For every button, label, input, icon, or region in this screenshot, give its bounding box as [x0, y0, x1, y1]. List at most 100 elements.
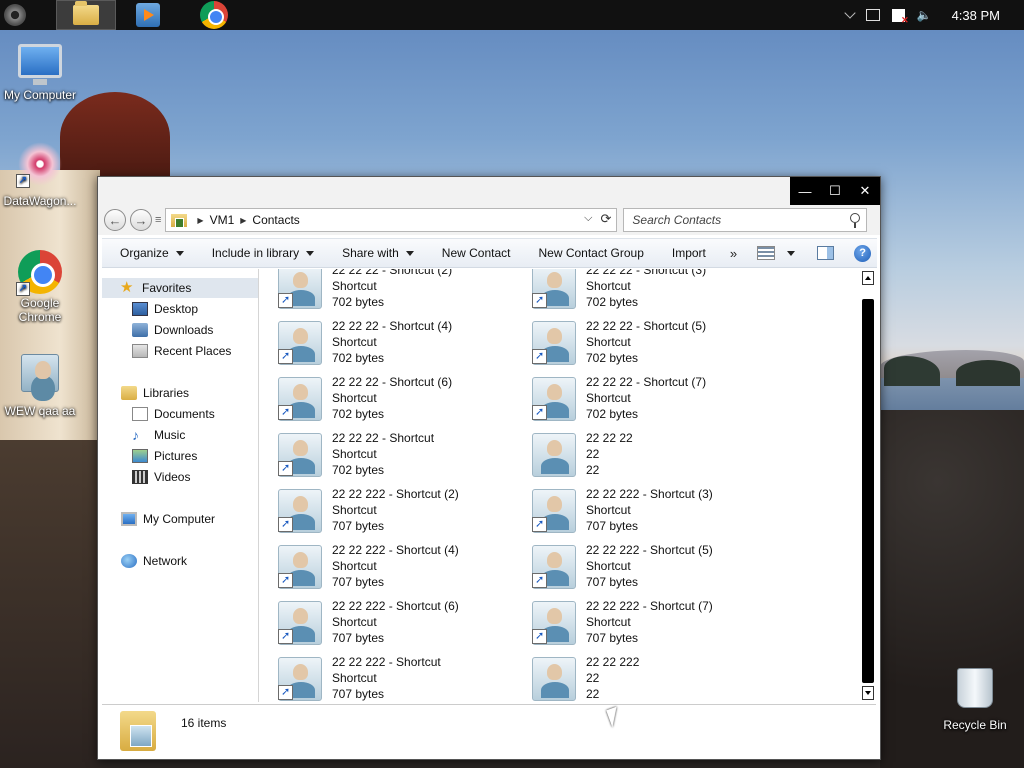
breadcrumb-separator-icon[interactable]: ▶ — [197, 216, 203, 225]
nav-pictures[interactable]: Pictures — [132, 446, 197, 466]
desktop-icon-google-chrome[interactable]: ↗ Google Chrome — [0, 250, 80, 324]
minimize-button[interactable]: — — [793, 184, 817, 199]
organize-menu[interactable]: Organize — [120, 246, 184, 260]
list-item[interactable]: 22 22 222 - Shortcut Shortcut 707 bytes — [260, 655, 510, 702]
nav-favorites[interactable]: ★ Favorites — [102, 278, 258, 298]
music-icon: ♪ — [132, 427, 139, 443]
file-size: 702 bytes — [332, 463, 385, 477]
list-item[interactable]: 22 22 22 - Shortcut (3) Shortcut 702 bytes — [514, 269, 764, 311]
file-type: 22 — [586, 447, 600, 461]
nav-videos[interactable]: Videos — [132, 467, 190, 487]
list-item[interactable]: 22 22 22 - Shortcut (6) Shortcut 702 bytes — [260, 375, 510, 423]
file-size: 707 bytes — [332, 519, 385, 533]
contacts-folder-icon — [120, 711, 156, 751]
details-pane: 16 items — [102, 704, 876, 758]
forward-button[interactable]: → — [130, 209, 152, 231]
nav-libraries[interactable]: Libraries — [121, 383, 189, 403]
list-item[interactable]: 22 22 22 22 22 — [514, 431, 764, 479]
file-name: 22 22 22 - Shortcut — [332, 431, 435, 445]
taskbar-chrome[interactable] — [184, 0, 244, 30]
include-in-library-label: Include in library — [211, 246, 300, 260]
desktop-icon-recycle-bin[interactable]: Recycle Bin — [935, 668, 1015, 732]
file-name: 22 22 222 - Shortcut (7) — [586, 599, 713, 613]
organize-label: Organize — [120, 246, 169, 260]
item-count: 16 items — [181, 716, 227, 730]
maximize-button[interactable]: ☐ — [823, 183, 847, 199]
nav-label: Downloads — [154, 323, 214, 337]
help-icon[interactable]: ? — [854, 244, 872, 262]
more-commands-button[interactable]: » — [730, 246, 737, 261]
nav-label: Recent Places — [154, 344, 232, 358]
scroll-down-button[interactable] — [862, 686, 874, 700]
tray-overflow-button[interactable] — [843, 7, 856, 19]
nav-music[interactable]: ♪ Music — [132, 425, 185, 445]
recycle-bin-icon — [957, 668, 993, 708]
close-button[interactable]: ✕ — [853, 183, 877, 199]
start-button[interactable] — [0, 0, 30, 30]
tray-action-center[interactable] — [891, 8, 909, 26]
computer-icon — [121, 512, 137, 526]
nav-recent-places[interactable]: Recent Places — [132, 341, 231, 361]
chevron-down-icon — [175, 250, 184, 256]
breadcrumb-separator-icon[interactable]: ▶ — [240, 216, 246, 225]
list-item[interactable]: 22 22 222 - Shortcut (5) Shortcut 707 byte… — [514, 543, 764, 591]
list-item[interactable]: 22 22 222 - Shortcut (2) Shortcut 707 byte… — [260, 487, 510, 535]
new-contact-group-button[interactable]: New Contact Group — [538, 246, 643, 260]
tray-network[interactable] — [865, 9, 880, 21]
shortcut-arrow-icon — [532, 573, 547, 588]
caption-buttons: — ☐ ✕ — [790, 177, 880, 205]
desktop-icon-label: WEW qaa aa — [4, 404, 76, 418]
view-options-dropdown-icon[interactable] — [787, 250, 796, 256]
scroll-up-button[interactable] — [862, 271, 874, 285]
breadcrumb-contacts[interactable]: Contacts — [252, 213, 299, 227]
refresh-icon[interactable]: ⟳ — [601, 211, 612, 227]
list-item[interactable]: 22 22 222 22 22 — [514, 655, 764, 702]
title-bar[interactable]: — ☐ ✕ — [98, 177, 880, 205]
desktop-icon — [132, 302, 148, 316]
file-size: 702 bytes — [332, 407, 385, 421]
list-item[interactable]: 22 22 22 - Shortcut (2) Shortcut 702 bytes — [260, 269, 510, 311]
nav-network[interactable]: Network — [121, 551, 187, 571]
search-box[interactable] — [623, 208, 868, 232]
change-view-icon[interactable] — [757, 246, 776, 260]
list-item[interactable]: 22 22 22 - Shortcut (4) Shortcut 702 bytes — [260, 319, 510, 367]
taskbar-media-player[interactable] — [118, 0, 178, 30]
action-center-flag-icon — [891, 8, 909, 26]
list-item[interactable]: 22 22 222 - Shortcut (4) Shortcut 707 byte… — [260, 543, 510, 591]
share-with-menu[interactable]: Share with — [342, 246, 414, 260]
chevron-down-icon — [405, 250, 414, 256]
nav-downloads[interactable]: Downloads — [132, 320, 213, 340]
nav-documents[interactable]: Documents — [132, 404, 215, 424]
scrollbar-thumb[interactable] — [862, 299, 874, 683]
back-button[interactable]: ← — [104, 209, 126, 231]
desktop-icon-my-computer[interactable]: My Computer — [0, 40, 80, 102]
breadcrumb-vm1[interactable]: VM1 — [210, 213, 235, 227]
taskbar-clock[interactable]: 4:38 PM — [952, 8, 1000, 23]
nav-desktop[interactable]: Desktop — [132, 299, 198, 319]
desktop-icon-datawagon[interactable]: ↗ DataWagon... — [0, 142, 80, 208]
file-name: 22 22 22 - Shortcut (3) — [586, 269, 707, 277]
nav-my-computer[interactable]: My Computer — [121, 509, 215, 529]
list-item[interactable]: 22 22 222 - Shortcut (6) Shortcut 707 byte… — [260, 599, 510, 647]
address-bar[interactable]: ▶ VM1 ▶ Contacts ⌵ ⟳ — [165, 208, 618, 232]
include-in-library-menu[interactable]: Include in library — [211, 246, 315, 260]
desktop-icon-wew-qaa-aa[interactable]: WEW qaa aa — [0, 354, 80, 418]
vertical-scrollbar[interactable] — [860, 269, 876, 702]
search-icon[interactable] — [850, 213, 861, 228]
file-type: Shortcut — [586, 279, 631, 293]
list-item[interactable]: 22 22 22 - Shortcut Shortcut 702 bytes — [260, 431, 510, 479]
list-item[interactable]: 22 22 222 - Shortcut (3) Shortcut 707 byte… — [514, 487, 764, 535]
preview-pane-icon[interactable] — [817, 246, 835, 260]
taskbar: 🔈 4:38 PM — [0, 0, 1024, 30]
new-contact-button[interactable]: New Contact — [442, 246, 511, 260]
list-item[interactable]: 22 22 222 - Shortcut (7) Shortcut 707 byte… — [514, 599, 764, 647]
list-item[interactable]: 22 22 22 - Shortcut (5) Shortcut 702 bytes — [514, 319, 764, 367]
taskbar-file-explorer[interactable] — [56, 0, 116, 30]
search-input[interactable] — [632, 213, 843, 227]
recent-pages-button[interactable]: ≡ — [155, 214, 161, 226]
desktop-icon-label: My Computer — [3, 88, 77, 102]
volume-icon[interactable]: 🔈 — [917, 8, 932, 22]
import-button[interactable]: Import — [672, 246, 706, 260]
address-dropdown-icon[interactable]: ⌵ — [584, 212, 592, 225]
list-item[interactable]: 22 22 22 - Shortcut (7) Shortcut 702 bytes — [514, 375, 764, 423]
